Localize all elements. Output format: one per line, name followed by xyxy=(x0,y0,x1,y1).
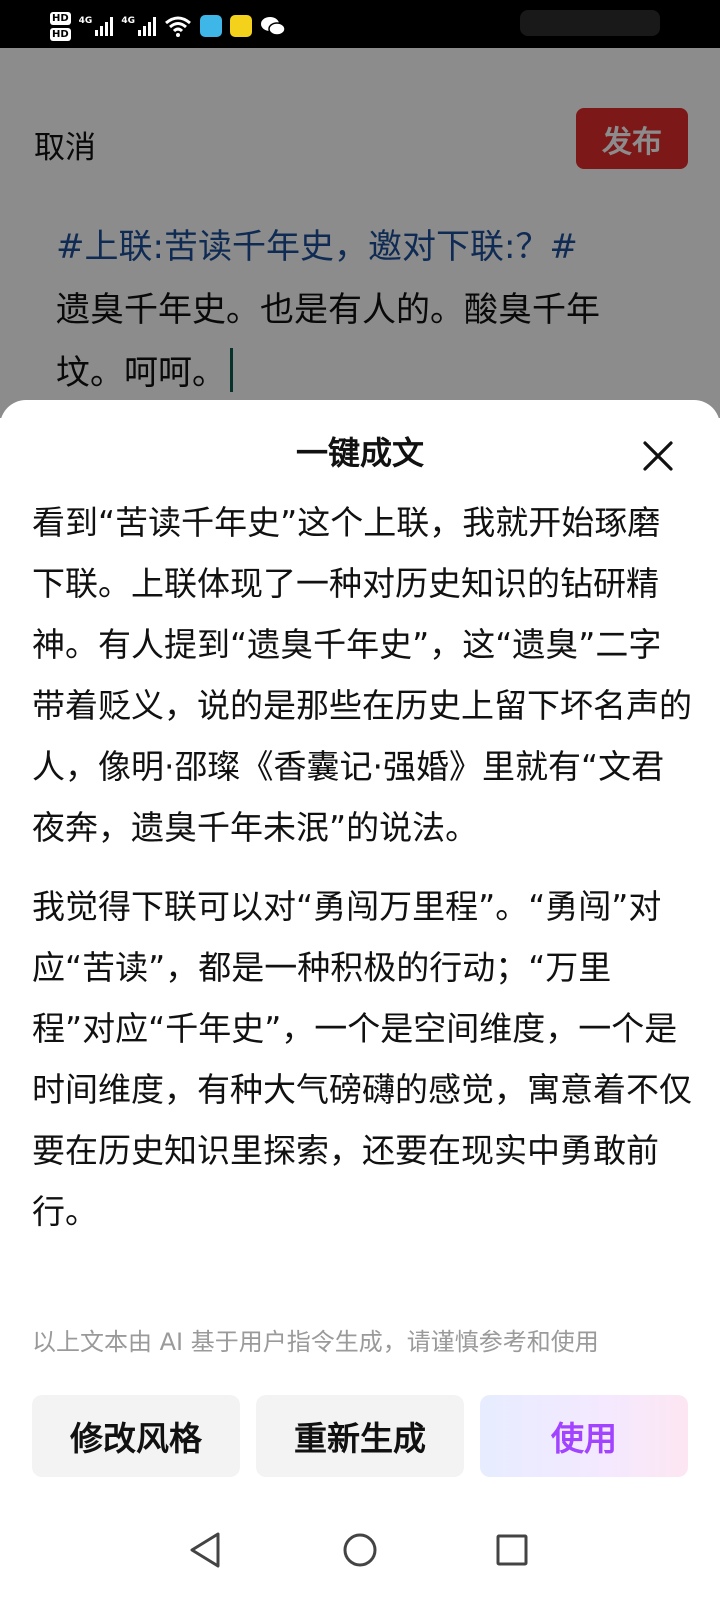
back-triangle-icon xyxy=(190,1532,220,1568)
recents-square-icon xyxy=(496,1534,528,1566)
hd-indicators: HD HD xyxy=(50,11,71,41)
signal-bars-icon xyxy=(95,16,114,36)
regenerate-button[interactable]: 重新生成 xyxy=(256,1395,464,1477)
nav-recents-button[interactable] xyxy=(484,1522,540,1578)
generated-text: 看到“苦读千年史”这个上联，我就开始琢磨下联。上联体现了一种对历史知识的钻研精神… xyxy=(32,492,692,1242)
news-app-icon xyxy=(229,15,252,37)
close-icon xyxy=(643,441,673,471)
nav-home-button[interactable] xyxy=(332,1522,388,1578)
hd-badge-2: HD xyxy=(50,27,71,41)
generated-paragraph-1: 看到“苦读千年史”这个上联，我就开始琢磨下联。上联体现了一种对历史知识的钻研精神… xyxy=(32,503,692,847)
generated-paragraph-2: 我觉得下联可以对“勇闯万里程”。“勇闯”对应“苦读”，都是一种积极的行动；“万里… xyxy=(32,887,692,1231)
ai-disclaimer: 以上文本由 AI 基于用户指令生成，请谨慎参考和使用 xyxy=(32,1328,599,1356)
status-right-blurred xyxy=(520,10,660,36)
wifi-icon xyxy=(165,16,191,37)
ai-compose-sheet: 一键成文 看到“苦读千年史”这个上联，我就开始琢磨下联。上联体现了一种对历史知识… xyxy=(0,400,720,1600)
nav-back-button[interactable] xyxy=(178,1522,234,1578)
use-button[interactable]: 使用 xyxy=(480,1395,688,1477)
modify-style-button[interactable]: 修改风格 xyxy=(32,1395,240,1477)
action-row: 修改风格 重新生成 使用 xyxy=(32,1395,688,1477)
hd-badge-1: HD xyxy=(50,11,71,25)
book-app-icon xyxy=(199,15,222,37)
status-icons: HD HD 4G 4G xyxy=(50,6,286,46)
system-nav-bar xyxy=(0,1500,720,1600)
network-type-2: 4G xyxy=(121,16,135,26)
status-bar: HD HD 4G 4G xyxy=(0,0,720,48)
signal-2: 4G xyxy=(121,16,156,36)
close-button[interactable] xyxy=(640,438,676,474)
sheet-title: 一键成文 xyxy=(295,434,424,472)
home-circle-icon xyxy=(343,1533,377,1567)
network-type-1: 4G xyxy=(78,16,93,26)
dim-overlay[interactable] xyxy=(0,48,720,418)
signal-1: 4G xyxy=(79,16,114,36)
signal-bars-icon xyxy=(137,16,156,36)
wechat-icon xyxy=(260,17,286,36)
